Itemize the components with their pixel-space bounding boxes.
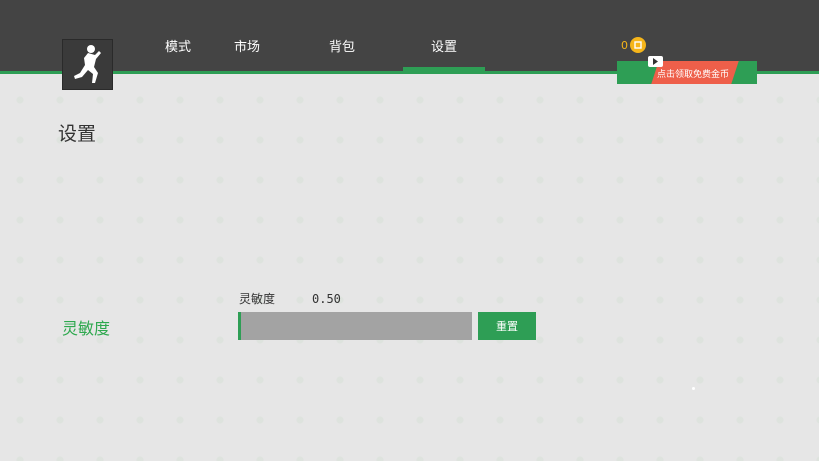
active-tab-indicator <box>403 67 485 71</box>
free-coins-label: 点击领取免费金币 <box>657 70 730 80</box>
coin-balance: 0 <box>621 37 646 53</box>
page-title: 设置 <box>58 123 97 145</box>
player-silhouette-icon <box>73 44 101 83</box>
reset-button[interactable]: 重置 <box>478 312 536 340</box>
tab-settings[interactable]: 设置 <box>431 36 457 55</box>
coin-icon <box>630 37 646 53</box>
tab-backpack[interactable]: 背包 <box>329 36 355 55</box>
player-avatar[interactable] <box>62 39 113 90</box>
sensitivity-value: 0.50 <box>312 292 341 306</box>
decorative-dot <box>692 387 695 390</box>
sensitivity-slider[interactable] <box>238 312 472 340</box>
play-icon <box>648 56 663 67</box>
coin-count: 0 <box>621 38 628 52</box>
free-coins-button[interactable]: 点击领取免费金币 <box>617 61 757 84</box>
tab-market[interactable]: 市场 <box>234 36 260 55</box>
tab-mode[interactable]: 模式 <box>165 36 191 55</box>
sensitivity-label: 灵敏度 <box>62 319 111 338</box>
sensitivity-caption: 灵敏度 <box>239 292 276 306</box>
sensitivity-slider-fill <box>238 312 241 340</box>
